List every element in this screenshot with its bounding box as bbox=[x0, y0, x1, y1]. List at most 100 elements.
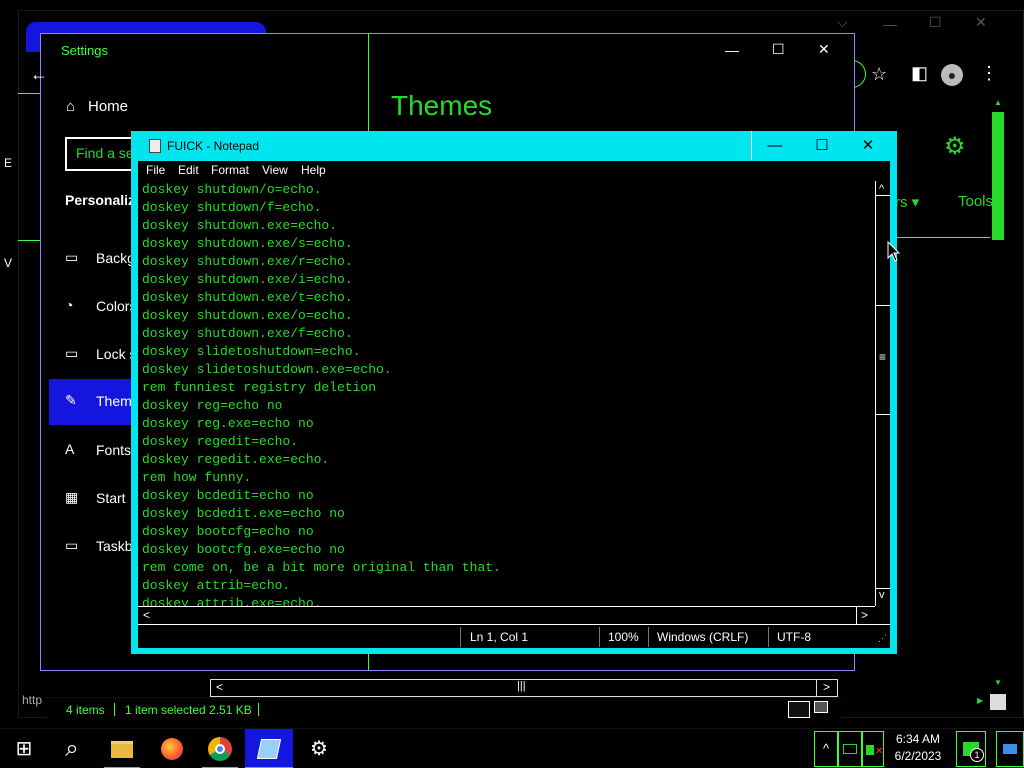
settings-close-button[interactable]: ✕ bbox=[818, 41, 830, 58]
settings-maximize-button[interactable]: ☐ bbox=[772, 41, 785, 58]
status-sep bbox=[114, 703, 115, 716]
clock-date: 6/2/2023 bbox=[894, 749, 942, 763]
sidebar-icon[interactable]: ◧ bbox=[911, 63, 928, 84]
scroll-right-icon[interactable]: ▶ bbox=[977, 696, 983, 705]
zoom-level: 100% bbox=[608, 630, 639, 644]
browser-menu-icon[interactable]: ⋮ bbox=[980, 63, 998, 84]
notepad-icon bbox=[256, 739, 282, 759]
chevron-down-icon[interactable]: ⌵ bbox=[837, 14, 848, 31]
notepad-window: FUICK - Notepad — ☐ ✕ File Edit Format V… bbox=[131, 131, 897, 654]
tray-overflow-button[interactable]: ^ bbox=[814, 731, 838, 767]
encoding: UTF-8 bbox=[777, 630, 811, 644]
clock-time: 6:34 AM bbox=[895, 732, 941, 746]
scroll-sep bbox=[856, 607, 857, 624]
scroll-right-icon[interactable]: > bbox=[823, 680, 830, 694]
menu-format[interactable]: Format bbox=[211, 163, 249, 177]
scroll-down-icon[interactable]: ▼ bbox=[994, 678, 1002, 687]
nav-label: Start bbox=[96, 490, 126, 506]
status-sep bbox=[599, 627, 600, 647]
gear-icon[interactable]: ⚙ bbox=[944, 132, 966, 161]
chrome-taskbar-button[interactable] bbox=[196, 729, 244, 768]
notepad-taskbar-button[interactable] bbox=[245, 729, 293, 768]
nav-label: Them bbox=[96, 393, 132, 409]
search-icon[interactable]: ⌕ bbox=[48, 729, 96, 768]
text-area[interactable]: doskey shutdown/o=echo. doskey shutdown/… bbox=[138, 181, 875, 606]
network-icon-glyph bbox=[843, 744, 857, 754]
horizontal-scrollbar[interactable]: < > bbox=[138, 606, 875, 624]
scroll-sep bbox=[876, 195, 890, 196]
notepad-icon bbox=[149, 139, 161, 153]
status-sep bbox=[648, 627, 649, 647]
section-heading: Personaliz bbox=[65, 192, 136, 208]
taskbar-icon: ▭ bbox=[65, 537, 79, 553]
explorer-status-bar: 4 items 1 item selected 2.51 KB bbox=[46, 697, 842, 721]
scroll-up-icon[interactable]: ▲ bbox=[994, 98, 1002, 107]
profile-icon[interactable]: ● bbox=[941, 64, 963, 86]
scroll-corner bbox=[875, 606, 890, 624]
firefox-icon bbox=[161, 738, 183, 760]
settings-gear-icon[interactable]: ⚙ bbox=[295, 729, 343, 768]
menu-help[interactable]: Help bbox=[301, 163, 326, 177]
home-label: Home bbox=[88, 98, 129, 115]
home-icon: ⌂ bbox=[66, 98, 76, 115]
show-desktop-button[interactable] bbox=[996, 731, 1024, 767]
notepad-maximize-button[interactable]: ☐ bbox=[799, 131, 845, 160]
windows-start-icon[interactable]: ⊞ bbox=[0, 729, 48, 768]
scroll-left-icon[interactable]: < bbox=[216, 680, 223, 694]
chevron-up-icon: ^ bbox=[822, 741, 830, 756]
browser-minimize-button[interactable]: — bbox=[883, 16, 897, 32]
page-title: Themes bbox=[391, 90, 493, 121]
system-clock[interactable]: 6:34 AM 6/2/2023 bbox=[880, 731, 956, 765]
menu-file[interactable]: File bbox=[146, 163, 165, 177]
menu-edit[interactable]: Edit bbox=[178, 163, 199, 177]
scroll-thumb[interactable]: ||| bbox=[517, 680, 526, 692]
explorer-hscrollbar[interactable]: < ||| > bbox=[210, 679, 838, 697]
search-placeholder: Find a se bbox=[76, 145, 134, 161]
browser-close-button[interactable]: ✕ bbox=[975, 14, 987, 31]
settings-title: Settings bbox=[61, 43, 108, 58]
fonts-icon: A bbox=[65, 441, 75, 457]
action-center-button[interactable]: 1 bbox=[956, 731, 986, 767]
selection-info: 1 item selected 2.51 KB bbox=[125, 703, 252, 717]
palette-icon: ◔ bbox=[65, 297, 74, 313]
star-icon[interactable]: ☆ bbox=[871, 64, 887, 85]
nav-label: Taskb bbox=[96, 538, 133, 554]
speaker-glyph bbox=[866, 745, 874, 755]
status-url: http bbox=[22, 693, 43, 707]
browser-scroll-thumb[interactable] bbox=[992, 112, 1004, 240]
large-icons-view-button[interactable] bbox=[814, 701, 828, 713]
scroll-up-icon[interactable]: ^ bbox=[879, 183, 884, 195]
notepad-minimize-button[interactable]: — bbox=[752, 131, 798, 160]
scroll-sep bbox=[816, 680, 817, 696]
file-explorer-taskbar-button[interactable] bbox=[98, 729, 146, 768]
back-arrow-icon[interactable]: ← bbox=[30, 64, 48, 85]
menu-view[interactable]: View bbox=[262, 163, 288, 177]
notepad-close-button[interactable]: ✕ bbox=[845, 131, 891, 160]
folder-icon bbox=[111, 741, 133, 758]
desktop-icon bbox=[1003, 744, 1017, 754]
start-icon: ▦ bbox=[65, 489, 79, 505]
network-icon[interactable] bbox=[838, 731, 862, 767]
line-ending: Windows (CRLF) bbox=[657, 630, 749, 644]
taskbar: ⊞ ⌕ ⚙ ^ ✕ 6:34 AM 6/2/2023 1 bbox=[0, 728, 1024, 768]
filters-dropdown[interactable]: rs ▾ bbox=[895, 193, 919, 211]
resize-grip-icon[interactable]: ⋰ bbox=[878, 633, 887, 644]
status-sep bbox=[460, 627, 461, 647]
settings-minimize-button[interactable]: — bbox=[725, 42, 739, 58]
themes-icon: ✎ bbox=[65, 392, 77, 408]
thumb-grip-icon: ≡ bbox=[879, 350, 887, 364]
items-count: 4 items bbox=[66, 703, 105, 717]
firefox-taskbar-button[interactable] bbox=[148, 729, 196, 768]
browser-maximize-button[interactable]: ☐ bbox=[929, 14, 942, 31]
notification-badge: 1 bbox=[970, 748, 984, 762]
details-view-button[interactable] bbox=[788, 701, 810, 718]
side-fragment-e: E bbox=[4, 156, 13, 170]
browser-line-left bbox=[18, 93, 40, 94]
status-sep bbox=[768, 627, 769, 647]
scroll-left-icon[interactable]: < bbox=[143, 608, 150, 622]
scroll-down-icon[interactable]: v bbox=[879, 589, 885, 601]
notepad-status-bar: Ln 1, Col 1 100% Windows (CRLF) UTF-8 ⋰ bbox=[138, 624, 890, 648]
home-nav[interactable]: ⌂ Home bbox=[66, 98, 128, 115]
tools-button[interactable]: Tools bbox=[958, 193, 993, 210]
scroll-right-icon[interactable]: > bbox=[861, 608, 868, 622]
